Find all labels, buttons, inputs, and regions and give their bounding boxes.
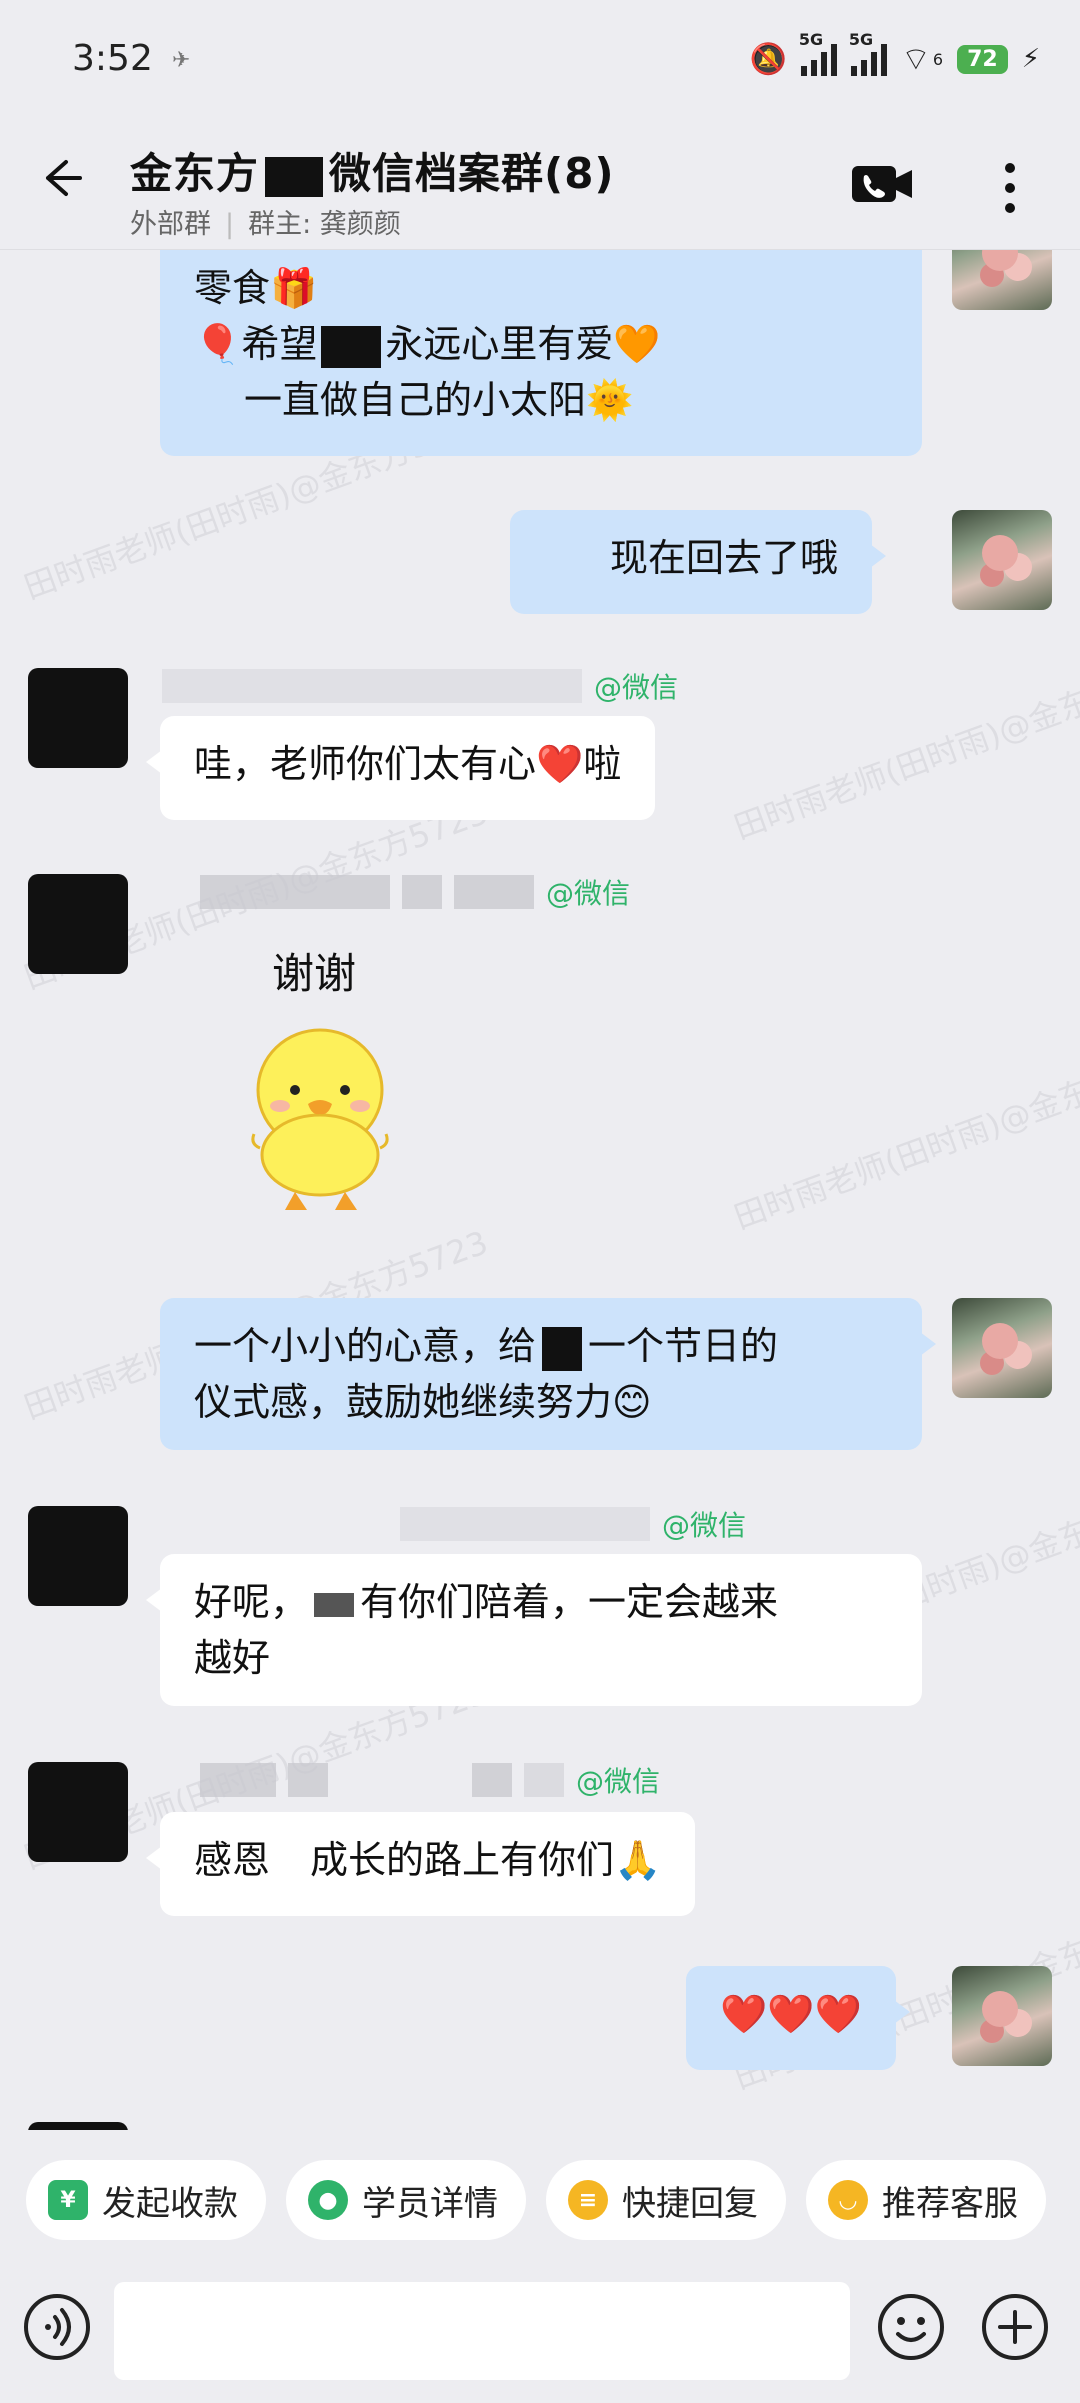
status-time: 3:52 <box>72 38 153 79</box>
duck-sticker[interactable] <box>240 1020 400 1220</box>
recommend-service-button[interactable]: ◡ 推荐客服 <box>806 2160 1046 2240</box>
more-options-icon[interactable] <box>1000 160 1020 216</box>
payment-shield-icon: ¥ <box>48 2180 88 2220</box>
group-owner: 群主: 龚颜颜 <box>248 209 401 240</box>
my-avatar[interactable] <box>952 510 1052 610</box>
battery-indicator: 72 <box>957 44 1008 74</box>
message-bubble-outgoing[interactable]: 明天是儿童节，我给孩子准备了点小 零食🎁 🎈希望永远心里有爱🧡 一直做自己的小太… <box>160 250 922 456</box>
quick-action-bar: ¥ 发起收款 ● 学员详情 ≡ 快捷回复 ◡ 推荐客服 <box>0 2130 1080 2270</box>
notification-icon: ✈ <box>172 48 191 73</box>
charging-icon: ⚡ <box>1021 44 1040 74</box>
message-bubble-incoming[interactable]: 哇，老师你们太有心❤️啦 <box>145 716 656 820</box>
message-bubble-outgoing[interactable]: 现在回去了哦 <box>510 510 887 614</box>
my-avatar[interactable] <box>952 1298 1052 1398</box>
voice-input-icon[interactable] <box>22 2292 92 2362</box>
student-details-button[interactable]: ● 学员详情 <box>286 2160 526 2240</box>
wifi-icon: ⌔ <box>900 40 931 78</box>
message-bubble-incoming[interactable]: 感恩 成长的路上有你们🙏 <box>145 1812 696 1916</box>
chat-header: 金东方 微信档案群(8) 外部群 | 群主: 龚颜颜 <box>0 120 1080 250</box>
watermark: 田时雨老师(田时雨)@金东方5723 <box>728 643 1080 847</box>
chat-lines-icon: ≡ <box>568 2180 608 2220</box>
member-avatar[interactable] <box>28 874 128 974</box>
video-call-icon[interactable] <box>850 164 914 204</box>
wechat-source-tag: @微信 <box>546 877 631 910</box>
wechat-source-tag: @微信 <box>576 1765 661 1798</box>
member-avatar[interactable] <box>28 1506 128 1606</box>
message-input[interactable] <box>114 2282 850 2380</box>
status-bar: 3:52 ✈ 🔕 5G 5G ⌔ 6 72 ⚡ <box>0 0 1080 120</box>
emoji-icon[interactable] <box>876 2292 946 2362</box>
group-title: 金东方 微信档案群(8) <box>130 149 615 198</box>
group-subtitle: 外部群 | 群主: 龚颜颜 <box>130 209 401 240</box>
message-bubble-outgoing[interactable]: ❤️❤️❤️ <box>686 1966 910 2070</box>
back-arrow-icon[interactable] <box>36 154 84 202</box>
wechat-source-tag: @微信 <box>662 1509 747 1542</box>
redaction-mask <box>314 1592 355 1617</box>
mute-icon: 🔕 <box>749 41 787 77</box>
sender-name-blurred <box>162 669 582 703</box>
sender-name-row: @微信 <box>200 1760 660 1800</box>
wifi-level: 6 <box>932 49 944 69</box>
external-group-tag: 外部群 <box>130 209 211 240</box>
redaction-mask <box>265 156 324 197</box>
status-icons: 🔕 5G 5G ⌔ 6 72 ⚡ <box>749 30 1040 82</box>
start-payment-button[interactable]: ¥ 发起收款 <box>26 2160 266 2240</box>
member-avatar[interactable] <box>28 2122 128 2130</box>
service-chat-icon: ◡ <box>828 2180 868 2220</box>
message-bubble-outgoing[interactable]: 一个小小的心意，给 一个节日的 仪式感，鼓励她继续努力😊 <box>160 1298 936 1450</box>
my-avatar[interactable] <box>952 1966 1052 2066</box>
chat-message-list[interactable]: 田时雨老师(田时雨)@金东方5723 田时雨老师(田时雨)@金东方5723 田时… <box>0 250 1080 2130</box>
input-bar <box>0 2270 1080 2403</box>
wechat-source-tag: @微信 <box>594 671 679 704</box>
signal-icon-2: 5G <box>849 30 887 76</box>
watermark: 田时雨老师(田时雨)@金东方5723 <box>728 1033 1080 1237</box>
sender-name-row: @微信 <box>200 872 630 912</box>
redaction-mask <box>542 1326 583 1371</box>
person-icon: ● <box>308 2180 348 2220</box>
quick-reply-button[interactable]: ≡ 快捷回复 <box>546 2160 786 2240</box>
sender-name-row: @微信 <box>400 1504 746 1544</box>
member-avatar[interactable] <box>28 1762 128 1862</box>
plus-icon[interactable] <box>980 2292 1050 2362</box>
member-avatar[interactable] <box>28 668 128 768</box>
signal-icon-1: 5G <box>799 30 837 76</box>
my-avatar[interactable] <box>952 250 1052 310</box>
sender-name-row: @微信 <box>162 666 678 706</box>
message-text-incoming[interactable]: 谢谢 <box>272 940 356 1001</box>
redaction-mask <box>321 325 382 368</box>
message-bubble-incoming[interactable]: 好呢， 有你们陪着，一定会越来 越好 <box>146 1554 922 1706</box>
